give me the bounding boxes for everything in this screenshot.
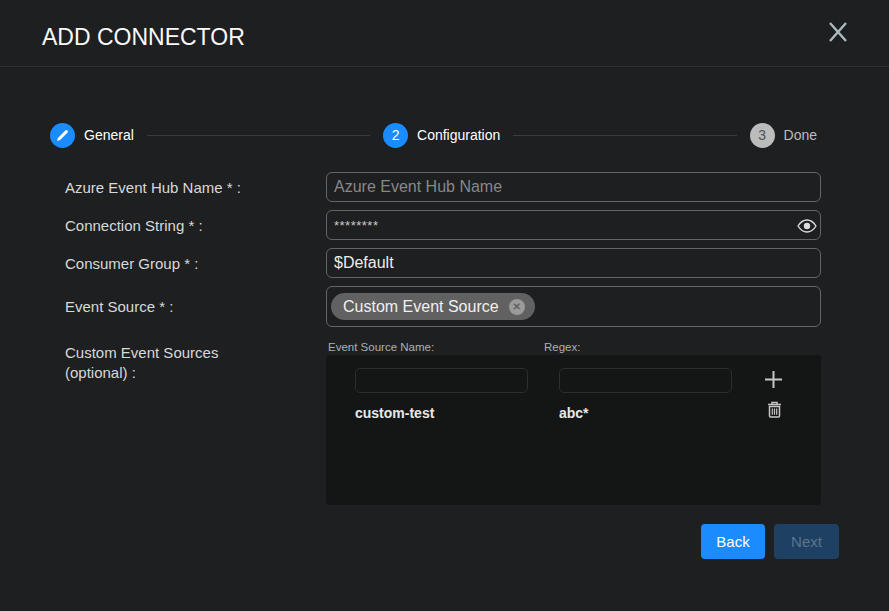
custom-sources-panel: custom-test abc* [326, 355, 821, 505]
custom-sources-label-line2: (optional) : [65, 363, 326, 383]
step-general-circle[interactable] [50, 123, 75, 148]
regex-header: Regex: [544, 341, 580, 353]
custom-source-regex-input[interactable] [559, 368, 732, 393]
step-configuration-label: Configuration [417, 127, 500, 143]
dialog-footer: Back Next [701, 524, 839, 559]
step-done-label: Done [784, 127, 817, 143]
back-button[interactable]: Back [701, 524, 765, 559]
connection-string-label: Connection String * : [65, 210, 326, 240]
form-row-consumer-group: Consumer Group * : [65, 248, 821, 278]
step-configuration-circle[interactable]: 2 [383, 123, 408, 148]
step-general-label: General [84, 127, 134, 143]
connector-form: Azure Event Hub Name * : Connection Stri… [65, 172, 821, 505]
step-done-circle[interactable]: 3 [750, 123, 775, 148]
custom-source-name-input[interactable] [355, 368, 528, 393]
dialog-title: ADD CONNECTOR [42, 24, 245, 51]
form-row-event-source: Event Source * : Custom Event Source ✕ [65, 286, 821, 327]
stepper-line-1 [147, 135, 370, 136]
custom-source-entry-name: custom-test [355, 405, 559, 421]
custom-sources-label: Custom Event Sources (optional) : [65, 341, 326, 505]
consumer-group-label: Consumer Group * : [65, 248, 326, 278]
consumer-group-input[interactable] [326, 248, 821, 278]
stepper-line-2 [513, 135, 736, 136]
custom-sources-label-line1: Custom Event Sources [65, 343, 326, 363]
delete-custom-source-icon[interactable] [767, 401, 782, 418]
event-source-chip[interactable]: Custom Event Source ✕ [331, 293, 535, 320]
event-source-input[interactable]: Custom Event Source ✕ [326, 286, 821, 327]
dialog-header: ADD CONNECTOR [0, 0, 889, 67]
event-source-label: Event Source * : [65, 286, 326, 327]
step-configuration-number: 2 [392, 127, 400, 143]
custom-sources-headers: Event Source Name: Regex: [326, 341, 821, 353]
hub-name-label: Azure Event Hub Name * : [65, 172, 326, 202]
form-row-hub-name: Azure Event Hub Name * : [65, 172, 821, 202]
custom-source-entry-regex: abc* [559, 405, 589, 421]
event-source-chip-label: Custom Event Source [343, 298, 499, 316]
stepper: General 2 Configuration 3 Done [50, 122, 817, 148]
add-custom-source-icon[interactable] [764, 370, 783, 389]
next-button[interactable]: Next [774, 524, 839, 559]
step-done-number: 3 [758, 127, 766, 143]
form-row-connection-string: Connection String * : [65, 210, 821, 240]
event-source-name-header: Event Source Name: [328, 341, 544, 353]
connection-string-input[interactable] [326, 210, 821, 240]
pencil-icon [55, 128, 70, 143]
form-row-custom-sources: Custom Event Sources (optional) : Event … [65, 341, 821, 505]
chip-remove-icon[interactable]: ✕ [509, 299, 525, 315]
hub-name-input[interactable] [326, 172, 821, 202]
close-icon[interactable] [826, 20, 850, 44]
custom-source-entry: custom-test abc* [355, 405, 821, 421]
eye-icon[interactable] [797, 219, 817, 233]
